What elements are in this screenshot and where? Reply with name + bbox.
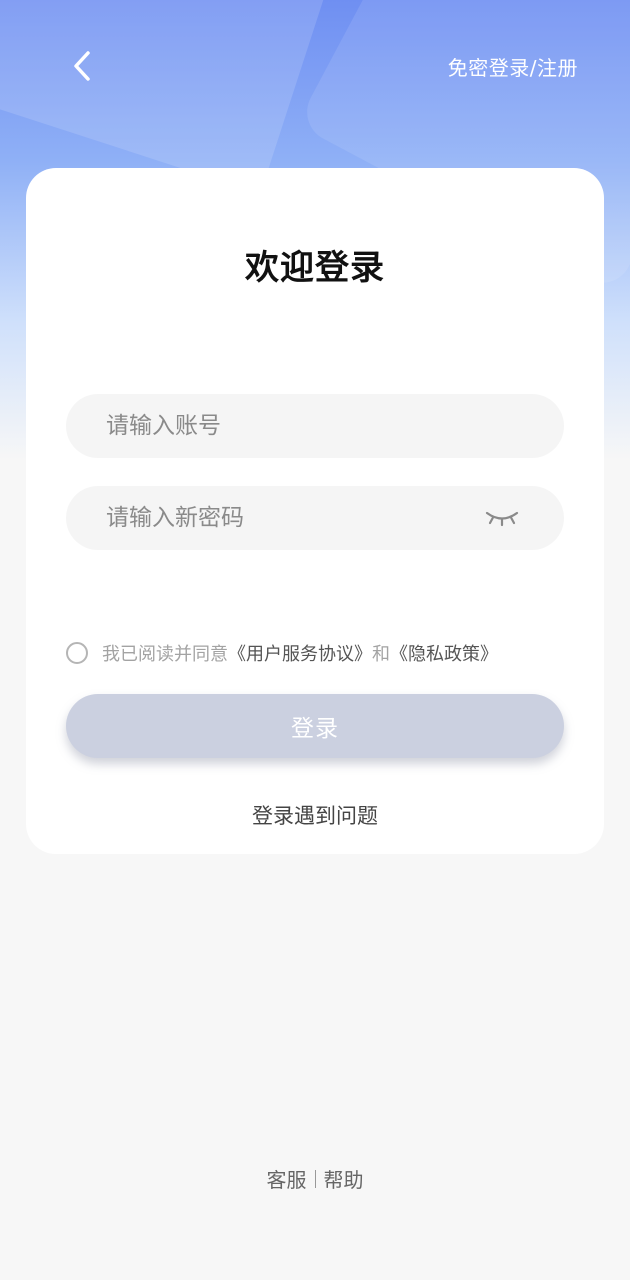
decorative-shape (0, 0, 341, 194)
user-agreement-link[interactable]: 《用户服务协议》 (228, 640, 372, 666)
agreement-conjunction: 和 (372, 644, 390, 665)
page-title: 欢迎登录 (245, 248, 385, 288)
privacy-policy-link[interactable]: 《隐私政策》 (390, 640, 498, 666)
account-field (66, 394, 564, 458)
login-card: 欢迎登录 我已阅读并同意 《用户服务协议》 和 《隐私政策》 登录 登录遇到问题 (26, 168, 604, 854)
agreement-checkbox[interactable] (66, 642, 88, 664)
eye-closed-icon (485, 511, 519, 527)
customer-service-link[interactable]: 客服 (267, 1164, 307, 1193)
account-input[interactable] (106, 394, 486, 458)
login-trouble-link[interactable]: 登录遇到问题 (26, 800, 604, 830)
footer-divider (314, 1169, 316, 1188)
password-input[interactable] (106, 486, 486, 550)
chevron-left-icon (74, 51, 90, 81)
footer: 客服 帮助 (0, 1164, 630, 1193)
back-button[interactable] (60, 44, 104, 88)
passwordless-login-register-link[interactable]: 免密登录/注册 (448, 52, 578, 81)
agreement-prefix: 我已阅读并同意 (102, 644, 228, 665)
agreement-row: 我已阅读并同意 《用户服务协议》 和 《隐私政策》 (66, 640, 498, 666)
help-link[interactable]: 帮助 (324, 1164, 364, 1193)
login-button[interactable]: 登录 (66, 694, 564, 758)
password-field (66, 486, 564, 550)
password-visibility-toggle[interactable] (484, 503, 520, 533)
